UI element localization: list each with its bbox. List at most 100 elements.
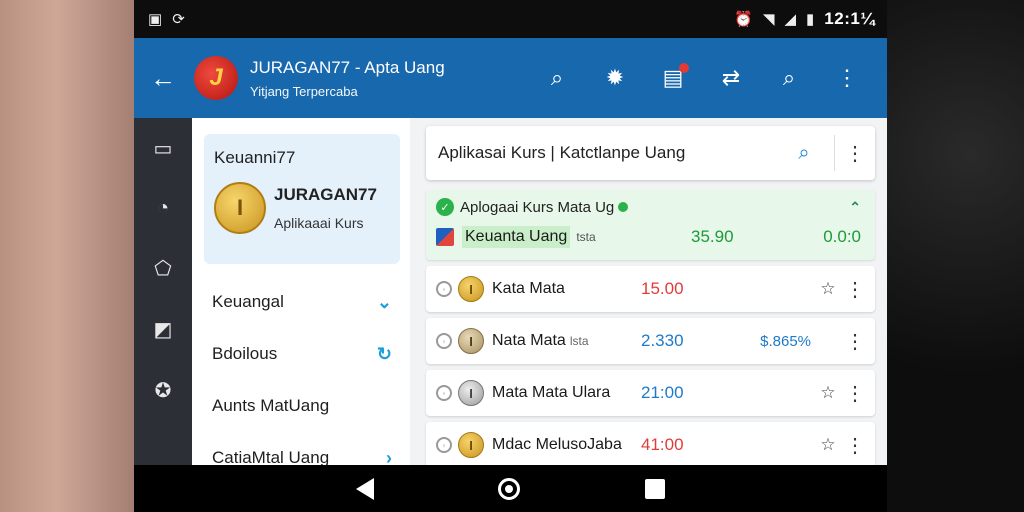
refresh-icon: ↻ [376,343,392,364]
item-value: 15.00 [641,279,684,298]
item-value: 41:00 [641,435,684,454]
featured-value: 35.90 [691,227,734,246]
notification-icon[interactable]: ▤ [653,63,693,91]
status-time: 12:1¼ [824,9,875,28]
wifi-icon: ◥ [762,11,775,28]
drawer-item-aunts[interactable]: Aunts MatUang [192,380,410,432]
app-subtitle: Yitjang Terpercaba [250,83,358,99]
item-value: 2.330 [641,331,684,350]
list-item[interactable]: ◦ I Mdac MelusoJaba 41:00 ☆ ⋮ [426,422,875,468]
status-dot [618,202,629,212]
status-bar: ▣ ⟳ ⏰ ◥ ◢ ▮ 12:1¼ [134,0,887,38]
app-title: JURAGAN77 - Apta Uang [250,57,445,77]
search-icon[interactable]: ⌕ [769,65,809,91]
more-icon[interactable]: ⋮ [845,381,865,406]
featured-title: Aplogaai Kurs Mata Ug [460,198,615,216]
star-icon[interactable]: ☆ [811,435,845,455]
clock-icon[interactable]: ◔ [157,197,169,220]
star-icon[interactable]: ☆ [811,383,845,403]
more-icon[interactable]: ⋮ [845,433,865,458]
navigation-rail: ▭ ◔ ⬠ ◩ ✪ [134,118,192,465]
drawer-menu: Keuangal ⌄ Bdoilous ↻ Aunts MatUang Cati… [192,276,410,484]
app-bar-actions: ⌕ ✹ ▤ ⇄ ⌕ ⋮ [537,63,867,91]
drawer-brand-tagline: Aplikaaai Kurs [274,215,364,231]
drawer-header-card: Keuanni77 I JURAGAN77 Aplikaaai Kurs [204,134,400,264]
card-icon[interactable]: ▭ [154,136,173,161]
app-titles: JURAGAN77 - Apta Uang Yitjang Terpercaba [250,58,537,99]
gallery-icon: ▣ [148,11,163,28]
item-name: Kata Mata [492,280,565,297]
background-dark [887,0,1024,512]
list-item[interactable]: ◦ I Kata Mata 15.00 ☆ ⋮ [426,266,875,312]
search-bar[interactable]: Aplikasai Kurs | Katctlanpe Uang ⌕ ⋮ [426,126,875,180]
sync-icon[interactable]: ⇄ [711,65,751,91]
battery-icon: ▮ [806,11,815,28]
back-triangle-icon [356,477,375,500]
side-drawer: Keuanni77 I JURAGAN77 Aplikaaai Kurs Keu… [192,118,410,468]
alarm-icon: ⏰ [734,11,753,28]
more-icon[interactable]: ⋮ [845,141,865,166]
item-change: $.865% [760,332,811,350]
drawer-brand: I JURAGAN77 Aplikaaai Kurs [214,182,390,234]
item-name-text: Nata Mata [492,332,566,349]
chart-icon[interactable]: ◩ [154,317,173,342]
search-icon[interactable]: ⌕ [784,142,824,165]
divider [834,135,835,171]
list-item[interactable]: ◦ I Mata Mata Ulara 21:00 ☆ ⋮ [426,370,875,416]
drawer-item-keuangal[interactable]: Keuangal ⌄ [192,276,410,328]
featured-rate-card[interactable]: ✓ Aplogaai Kurs Mata Ug ⌃ Keuanta Uang t… [426,190,875,260]
sync-icon: ⟳ [172,11,185,28]
item-name: Mata Mata Ulara [492,384,611,401]
featured-small: tsta [576,230,596,244]
item-name: Nata Mata lsta [492,332,641,350]
drawer-item-label: Bdoilous [212,344,278,363]
background-hand [0,0,140,512]
home-nav-button[interactable] [498,477,521,500]
system-nav-bar [134,465,887,512]
chevron-up-icon[interactable]: ⌃ [849,199,861,216]
radio-button[interactable]: ◦ [436,437,452,453]
app-bar: ← J JURAGAN77 - Apta Uang Yitjang Terper… [134,38,887,118]
flag-icon [436,228,454,246]
back-nav-button[interactable] [356,477,375,500]
settings-icon[interactable]: ✹ [595,65,635,91]
featured-value-row: Keuanta Uang tsta 35.90 0.0:0 [436,226,861,248]
item-name: Mdac MelusoJaba [492,436,622,453]
star-icon[interactable]: ☆ [811,279,845,299]
gold-coin-icon: I [214,182,266,234]
drawer-brand-name: JURAGAN77 [274,185,377,204]
more-icon[interactable]: ⋮ [827,65,867,91]
featured-name: Keuanta Uang [462,226,571,248]
notification-badge [679,63,689,73]
recents-nav-button[interactable] [644,478,665,499]
app-logo: J [194,56,238,100]
featured-change: 0.0:0 [823,227,861,246]
phone-screen: ▣ ⟳ ⏰ ◥ ◢ ▮ 12:1¼ ← J JURAGAN77 - Apta U… [134,0,887,512]
radio-button[interactable]: ◦ [436,333,452,349]
list-item[interactable]: ◦ I Nata Mata lsta 2.330 $.865% ⋮ [426,318,875,364]
gold-coin-icon: I [458,432,484,458]
recents-square-icon [644,478,665,499]
bag-icon[interactable]: ⬠ [154,256,171,281]
shield-icon[interactable]: ✪ [155,378,172,403]
more-icon[interactable]: ⋮ [845,329,865,354]
rate-list: ◦ I Kata Mata 15.00 ☆ ⋮ ◦ I Nata Mata lst… [426,266,875,468]
featured-title-row: ✓ Aplogaai Kurs Mata Ug ⌃ [436,198,861,216]
drawer-header: Keuanni77 [214,148,296,167]
search-text[interactable]: Aplikasai Kurs | Katctlanpe Uang [438,143,784,163]
drawer-item-label: Aunts MatUang [212,396,330,415]
drawer-item-bdoilous[interactable]: Bdoilous ↻ [192,328,410,380]
radio-button[interactable]: ◦ [436,281,452,297]
search-icon[interactable]: ⌕ [537,65,577,91]
item-value: 21:00 [641,383,684,402]
coin-icon: I [458,328,484,354]
chevron-down-icon: ⌄ [376,291,392,312]
main-content: Aplikasai Kurs | Katctlanpe Uang ⌕ ⋮ ✓ A… [410,118,887,468]
drawer-item-label: Keuangal [212,292,284,311]
more-icon[interactable]: ⋮ [845,277,865,302]
chat-icon: ✓ [436,198,454,216]
radio-button[interactable]: ◦ [436,385,452,401]
gold-coin-icon: I [458,276,484,302]
back-arrow-icon[interactable]: ← [150,63,194,94]
item-small: lsta [569,334,589,348]
